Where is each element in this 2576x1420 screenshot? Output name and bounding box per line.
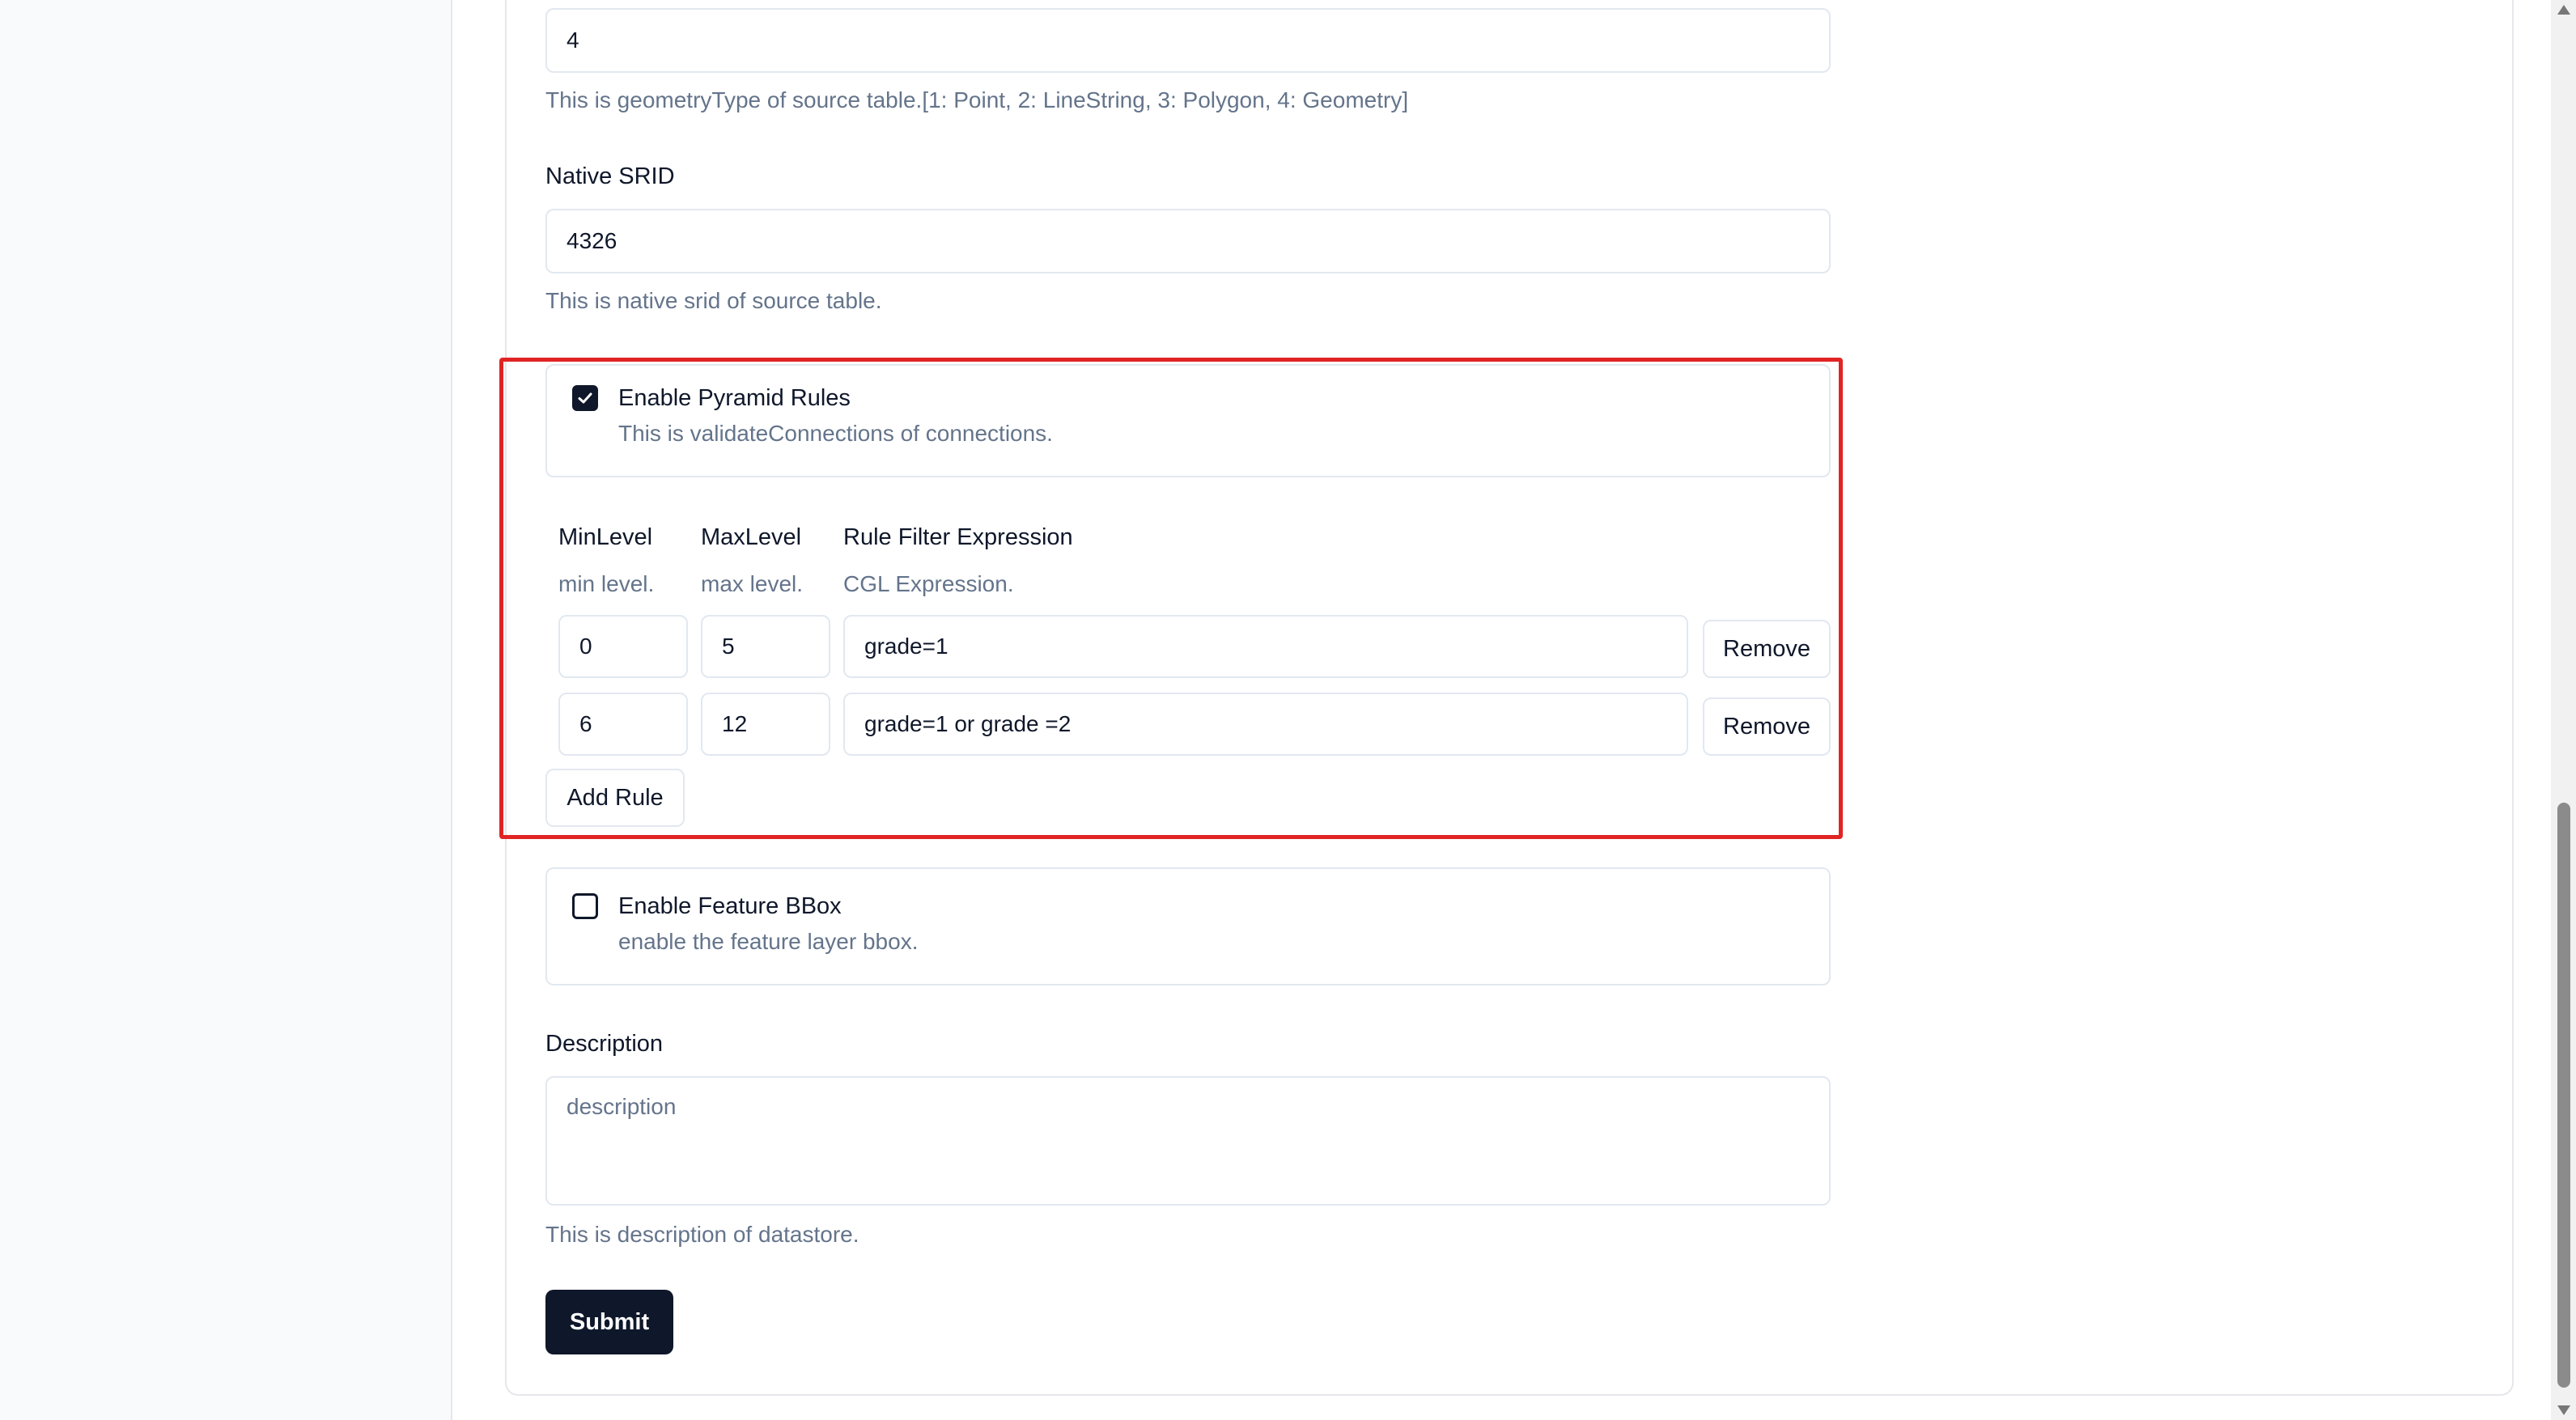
min-level-header: MinLevel — [558, 524, 653, 550]
remove-rule-button[interactable]: Remove — [1703, 620, 1831, 678]
description-help: This is description of datastore. — [545, 1222, 859, 1247]
native-srid-label: Native SRID — [545, 163, 675, 189]
native-srid-help: This is native srid of source table. — [545, 288, 882, 313]
add-rule-button[interactable]: Add Rule — [545, 769, 685, 827]
pyramid-rules-checkbox[interactable] — [572, 385, 598, 411]
rule-filter-input[interactable]: grade=1 — [843, 615, 1688, 678]
description-textarea[interactable]: description — [545, 1076, 1831, 1206]
feature-bbox-help: enable the feature layer bbox. — [618, 929, 919, 954]
rule-max-value: 12 — [722, 711, 748, 736]
feature-bbox-label: Enable Feature BBox — [618, 893, 842, 919]
rule-filter-header: Rule Filter Expression — [843, 524, 1073, 550]
geometry-type-value: 4 — [567, 28, 579, 53]
submit-button[interactable]: Submit — [545, 1290, 673, 1354]
max-level-help: max level. — [701, 571, 804, 596]
geometry-type-input[interactable]: 4 — [545, 8, 1831, 73]
feature-bbox-box — [545, 867, 1831, 986]
min-level-help: min level. — [558, 571, 655, 596]
geometry-type-help: This is geometryType of source table.[1:… — [545, 87, 1409, 112]
native-srid-input[interactable]: 4326 — [545, 209, 1831, 273]
feature-bbox-checkbox[interactable] — [572, 893, 598, 919]
scroll-thumb[interactable] — [2557, 803, 2570, 1388]
scrollbar[interactable] — [2551, 0, 2576, 1420]
native-srid-value: 4326 — [567, 228, 617, 253]
rule-filter-help: CGL Expression. — [843, 571, 1014, 596]
scroll-up-icon[interactable] — [2557, 5, 2570, 15]
description-label: Description — [545, 1031, 664, 1057]
rule-max-input[interactable]: 12 — [701, 693, 830, 756]
rule-filter-value: grade=1 or grade =2 — [864, 711, 1072, 736]
max-level-header: MaxLevel — [701, 524, 802, 550]
sidebar — [0, 0, 452, 1420]
rule-min-value: 0 — [579, 634, 592, 659]
rule-filter-value: grade=1 — [864, 634, 948, 659]
rule-min-input[interactable]: 6 — [558, 693, 688, 756]
scroll-down-icon[interactable] — [2557, 1405, 2570, 1415]
pyramid-rules-label: Enable Pyramid Rules — [618, 385, 851, 411]
remove-rule-button[interactable]: Remove — [1703, 697, 1831, 756]
rule-max-value: 5 — [722, 634, 735, 659]
description-placeholder: description — [567, 1094, 677, 1119]
pyramid-rules-help: This is validateConnections of connectio… — [618, 421, 1053, 446]
rule-min-input[interactable]: 0 — [558, 615, 688, 678]
rule-filter-input[interactable]: grade=1 or grade =2 — [843, 693, 1688, 756]
checkmark-icon — [578, 392, 592, 404]
rule-max-input[interactable]: 5 — [701, 615, 830, 678]
rule-min-value: 6 — [579, 711, 592, 736]
